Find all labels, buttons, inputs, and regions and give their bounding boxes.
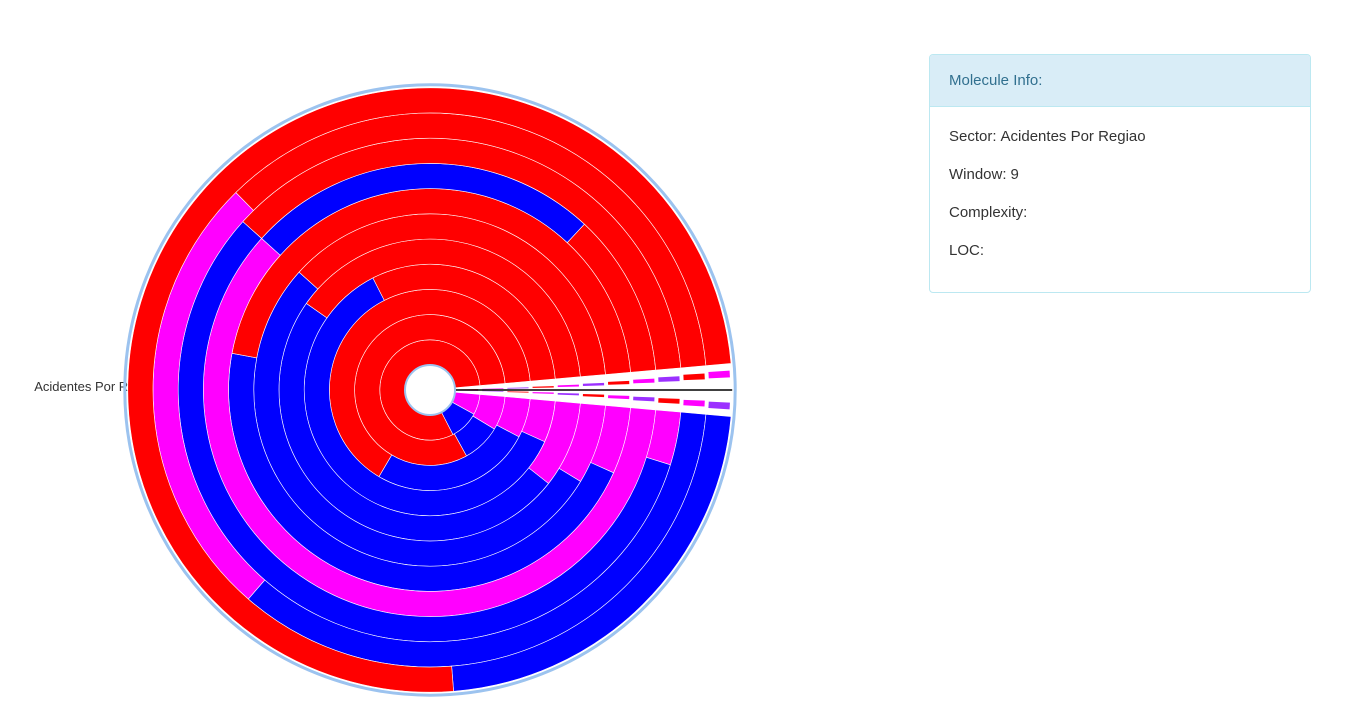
window-row: Window: 9 [949, 165, 1291, 203]
ring-8-recent-stripe-1 [633, 378, 655, 384]
ring-6-recent-stripe-1 [582, 382, 605, 386]
ring-4-recent-stripe-2 [532, 392, 554, 394]
ring-7-recent-stripe-1 [608, 380, 630, 385]
complexity-row: Complexity: [949, 203, 1291, 241]
window-label-text: Window: [949, 166, 1007, 183]
loc-row: LOC: [949, 241, 1291, 279]
ring-2-recent-stripe-1 [482, 388, 504, 390]
window-value: 9 [1010, 166, 1019, 183]
ring-6-recent-stripe-2 [582, 394, 605, 398]
ring-9-recent-stripe-2 [658, 398, 680, 404]
ring-11-recent-stripe-1 [708, 370, 730, 379]
sector-value: Acidentes Por Regiao [1000, 128, 1146, 145]
ring-10-recent-stripe-2 [683, 399, 705, 407]
molecule-chart[interactable] [123, 83, 737, 697]
ring-3-recent-stripe-1 [507, 387, 529, 389]
inner-ring-outline [404, 364, 456, 416]
sector-label-text: Sector: [949, 128, 997, 145]
molecule-info-panel: Molecule Info: Sector: Acidentes Por Regi… [929, 54, 1311, 293]
ring-11-recent-stripe-2 [708, 401, 730, 410]
ring-7-recent-stripe-2 [608, 395, 630, 400]
complexity-label-text: Complexity: [949, 204, 1028, 221]
ring-10-recent-stripe-1 [683, 373, 705, 381]
ring-8-recent-stripe-2 [633, 396, 655, 402]
ring-5-recent-stripe-2 [557, 393, 579, 396]
ring-4-recent-stripe-1 [532, 386, 554, 388]
panel-body: Sector: Acidentes Por Regiao Window: 9 Com… [930, 107, 1310, 279]
page: Acidentes Por Regiao Molecule Info: Sect… [0, 0, 1364, 709]
panel-title: Molecule Info: [930, 55, 1310, 107]
ring-2-recent-stripe-2 [482, 390, 504, 392]
ring-3-recent-stripe-2 [507, 391, 529, 393]
ring-9-recent-stripe-1 [658, 376, 680, 382]
sector-row: Sector: Acidentes Por Regiao [949, 127, 1291, 165]
ring-5-recent-stripe-1 [557, 384, 579, 387]
loc-label-text: LOC: [949, 242, 985, 259]
